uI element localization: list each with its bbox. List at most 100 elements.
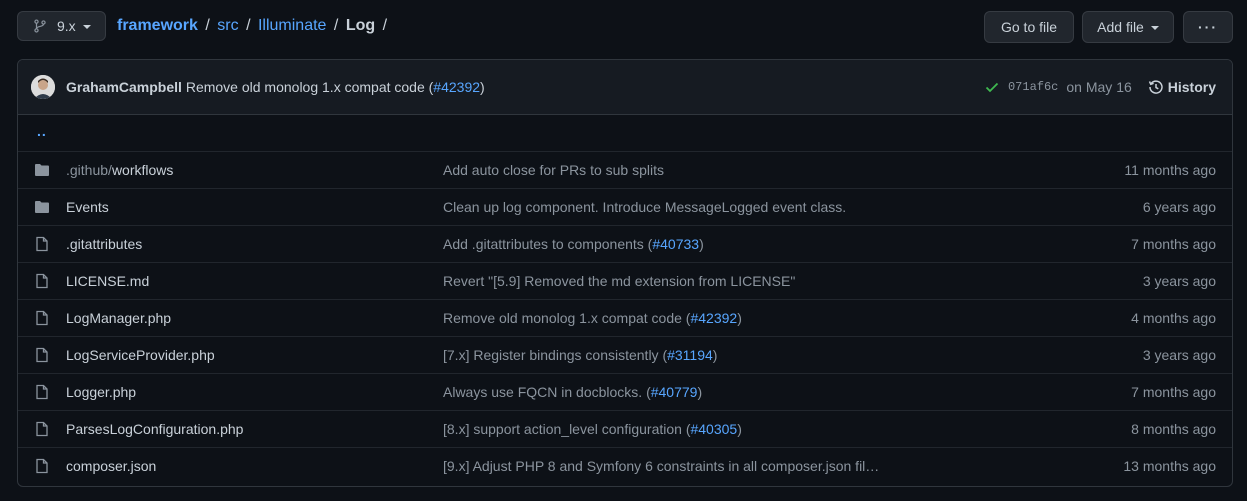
file-icon (36, 384, 48, 400)
file-commit-message: [9.x] Adjust PHP 8 and Symfony 6 constra… (443, 458, 879, 474)
file-commit-pr-link[interactable]: #42392 (690, 310, 737, 326)
breadcrumb-separator: / (205, 17, 210, 34)
history-icon (1148, 80, 1163, 94)
file-name-link[interactable]: LICENSE.md (66, 273, 149, 289)
file-name-link[interactable]: .gitattributes (66, 236, 142, 252)
file-commit-text-end: ) (737, 310, 742, 326)
chevron-down-icon (82, 25, 91, 29)
breadcrumb-separator: / (333, 17, 339, 34)
file-commit-text-end: ) (737, 421, 742, 437)
file-list: .github/workflows Add auto close for PRs… (18, 152, 1232, 485)
commit-date: on May 16 (1066, 79, 1132, 95)
file-name: workflows (111, 162, 174, 178)
go-to-file-button[interactable]: Go to file (984, 11, 1074, 43)
file-commit-age: 3 years ago (1142, 347, 1216, 363)
file-commit-pr-link[interactable]: #40779 (651, 384, 698, 400)
commit-pr-link[interactable]: #42392 (433, 79, 480, 95)
avatar[interactable] (31, 75, 55, 99)
file-commit-text[interactable]: Add auto close for PRs to sub splits (443, 162, 664, 178)
file-icon (36, 310, 48, 326)
file-name-link[interactable]: ParsesLogConfiguration.php (66, 421, 243, 437)
add-file-label: Add file (1097, 19, 1144, 35)
file-commit-age: 7 months ago (1131, 384, 1216, 400)
parent-directory-row[interactable]: .. (18, 115, 1232, 152)
history-label: History (1167, 79, 1216, 95)
breadcrumb-link-illuminate[interactable]: Illuminate (258, 17, 326, 34)
commit-sha-link[interactable]: 071af6c (1008, 80, 1058, 94)
breadcrumb-separator: / (382, 17, 388, 34)
commit-message[interactable]: Remove old monolog 1.x compat code ( (186, 79, 433, 95)
more-options-button[interactable]: ··· (1183, 11, 1233, 43)
branch-selector-button[interactable]: 9.x (17, 11, 106, 41)
file-commit-age: 6 years ago (1142, 199, 1216, 215)
file-row-6[interactable]: Logger.php Always use FQCN in docblocks.… (18, 374, 1232, 411)
file-name: LogServiceProvider.php (66, 347, 215, 363)
parent-directory-link[interactable]: .. (37, 123, 47, 139)
file-row-5[interactable]: LogServiceProvider.php [7.x] Register bi… (18, 337, 1232, 374)
file-path-prefix: .github/ (66, 162, 112, 178)
file-row-3[interactable]: LICENSE.md Revert "[5.9] Removed the md … (18, 263, 1232, 300)
commit-message-end: ) (480, 79, 485, 95)
file-name: Events (66, 199, 109, 215)
repo-toolbar: 9.x framework / src / Illuminate / Log /… (17, 11, 1233, 43)
check-icon[interactable] (984, 79, 1000, 95)
file-row-0[interactable]: .github/workflows Add auto close for PRs… (18, 152, 1232, 189)
file-commit-pr-link[interactable]: #31194 (667, 347, 713, 363)
breadcrumb-link-src[interactable]: src (217, 17, 238, 34)
file-name: LogManager.php (66, 310, 172, 326)
history-link[interactable]: History (1148, 79, 1216, 95)
breadcrumb-current: Log (345, 17, 376, 34)
file-name-link[interactable]: composer.json (66, 458, 156, 474)
file-commit-text[interactable]: Clean up log component. Introduce Messag… (443, 199, 846, 215)
file-browser: GrahamCampbell Remove old monolog 1.x co… (17, 59, 1233, 487)
file-name-link[interactable]: LogManager.php (66, 310, 171, 326)
file-icon (36, 273, 48, 289)
add-file-button[interactable]: Add file (1082, 11, 1174, 43)
file-commit-text[interactable]: Remove old monolog 1.x compat code ( (443, 310, 690, 326)
file-name-link[interactable]: Logger.php (66, 384, 136, 400)
file-commit-message: Add auto close for PRs to sub splits (443, 162, 664, 178)
file-commit-text[interactable]: Add .gitattributes to components ( (443, 236, 652, 252)
latest-commit-bar: GrahamCampbell Remove old monolog 1.x co… (18, 60, 1232, 115)
chevron-down-icon (1150, 26, 1159, 30)
file-name: ParsesLogConfiguration.php (66, 421, 244, 437)
file-commit-text-end: ) (712, 347, 718, 363)
file-commit-text[interactable]: [7.x] Register bindings consistently ( (443, 347, 667, 363)
file-commit-message: [7.x] Register bindings consistently (#3… (443, 347, 717, 363)
file-commit-message: Remove old monolog 1.x compat code (#423… (443, 310, 742, 326)
file-commit-age: 7 months ago (1131, 236, 1216, 252)
commit-summary: GrahamCampbell Remove old monolog 1.x co… (66, 79, 485, 95)
breadcrumb: framework / src / Illuminate / Log / (117, 17, 390, 35)
breadcrumb-repo-link[interactable]: framework (117, 17, 198, 34)
file-icon (36, 458, 48, 474)
file-commit-text-end: ) (699, 236, 704, 252)
file-commit-text[interactable]: Always use FQCN in docblocks. ( (443, 384, 651, 400)
file-name: composer.json (66, 458, 157, 474)
file-commit-message: Clean up log component. Introduce Messag… (443, 199, 846, 215)
file-commit-text[interactable]: Revert "[5.9] Removed the md extension f… (443, 273, 795, 289)
file-name-link[interactable]: .github/workflows (66, 162, 173, 178)
file-commit-message: Always use FQCN in docblocks. (#40779) (443, 384, 702, 400)
file-row-1[interactable]: Events Clean up log component. Introduce… (18, 189, 1232, 226)
file-commit-text-end: ) (697, 384, 703, 400)
breadcrumb-separator: / (246, 17, 251, 34)
file-row-4[interactable]: LogManager.php Remove old monolog 1.x co… (18, 300, 1232, 337)
file-name-link[interactable]: LogServiceProvider.php (66, 347, 215, 363)
file-commit-pr-link[interactable]: #40305 (690, 421, 737, 437)
file-commit-text[interactable]: [8.x] support action_level configuration… (443, 421, 690, 437)
file-row-2[interactable]: .gitattributes Add .gitattributes to com… (18, 226, 1232, 263)
file-commit-age: 11 months ago (1124, 162, 1216, 178)
file-row-8[interactable]: composer.json [9.x] Adjust PHP 8 and Sym… (18, 448, 1232, 485)
file-commit-pr-link[interactable]: #40733 (652, 236, 699, 252)
file-commit-message: Revert "[5.9] Removed the md extension f… (443, 273, 795, 289)
file-commit-age: 8 months ago (1131, 421, 1216, 437)
commit-author-link[interactable]: GrahamCampbell (66, 79, 182, 95)
file-commit-age: 4 months ago (1131, 310, 1216, 326)
git-branch-icon (34, 19, 46, 33)
file-commit-text[interactable]: [9.x] Adjust PHP 8 and Symfony 6 constra… (443, 458, 879, 474)
file-row-7[interactable]: ParsesLogConfiguration.php [8.x] support… (18, 411, 1232, 448)
file-commit-age: 13 months ago (1123, 458, 1216, 474)
commit-meta: 071af6c on May 16 History (984, 79, 1232, 95)
file-name: LICENSE.md (66, 273, 150, 289)
file-name-link[interactable]: Events (66, 199, 109, 215)
